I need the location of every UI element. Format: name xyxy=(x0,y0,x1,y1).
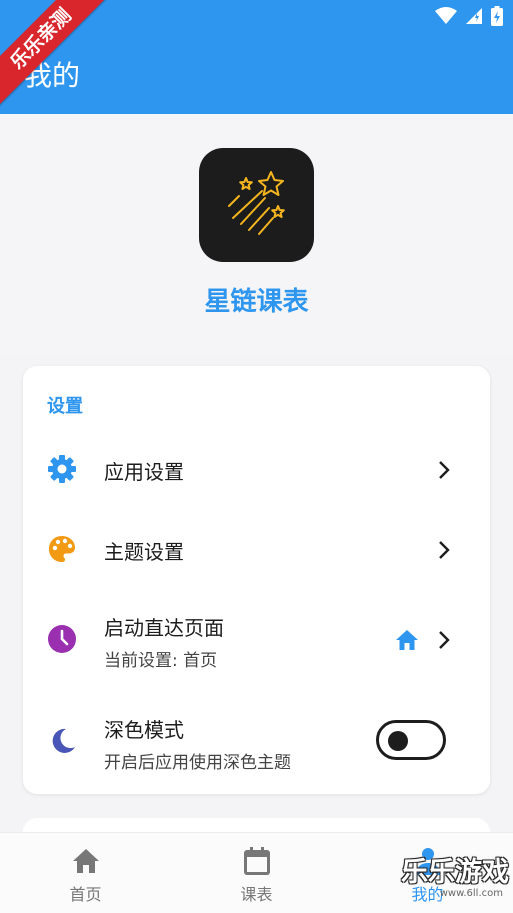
theme-settings-item[interactable]: 主题设置 xyxy=(23,510,490,590)
dark-mode-item: 深色模式 开启后应用使用深色主题 xyxy=(23,690,490,790)
startup-page-item[interactable]: 启动直达页面 当前设置: 首页 xyxy=(23,590,490,690)
battery-icon xyxy=(491,6,503,26)
nav-schedule-label: 课表 xyxy=(240,885,273,904)
app-name: 星链课表 xyxy=(204,287,309,317)
signal-icon xyxy=(466,8,482,24)
profile-section: 星链课表 xyxy=(0,114,513,354)
app-settings-label: 应用设置 xyxy=(104,460,184,484)
dark-mode-toggle[interactable] xyxy=(376,720,446,760)
clock-icon xyxy=(48,625,76,653)
dark-mode-sub: 开启后应用使用深色主题 xyxy=(104,753,291,773)
palette-icon xyxy=(49,536,75,562)
theme-settings-label: 主题设置 xyxy=(104,540,184,564)
app-settings-item[interactable]: 应用设置 xyxy=(23,430,490,510)
gear-icon xyxy=(48,455,76,483)
status-bar xyxy=(435,6,503,26)
moon-icon xyxy=(52,728,75,753)
app-logo xyxy=(199,148,314,262)
watermark-text: 乐乐游戏 xyxy=(401,857,509,888)
chevron-right-icon xyxy=(439,631,450,649)
home-icon xyxy=(396,630,418,650)
calendar-icon xyxy=(244,847,270,875)
chevron-right-icon xyxy=(439,461,450,479)
startup-page-label: 启动直达页面 xyxy=(104,616,224,640)
dark-mode-label: 深色模式 xyxy=(104,718,184,742)
home-icon xyxy=(73,849,99,873)
settings-card: 设置 应用设置 主题设置 启动直达页面 当前设置: 首页 深色模式 开启后应用使… xyxy=(23,366,490,794)
nav-home-label: 首页 xyxy=(69,885,102,904)
toggle-knob xyxy=(388,731,408,751)
watermark: 乐乐游戏 www.6ll.com xyxy=(393,858,509,906)
chevron-right-icon xyxy=(439,541,450,559)
nav-home[interactable]: 首页 xyxy=(0,833,171,913)
startup-page-sub: 当前设置: 首页 xyxy=(104,651,218,671)
watermark-url: www.6ll.com xyxy=(439,888,503,899)
wifi-icon xyxy=(435,7,457,24)
nav-schedule[interactable]: 课表 xyxy=(171,833,342,913)
section-title: 设置 xyxy=(47,396,83,417)
shooting-stars-icon xyxy=(228,171,285,235)
